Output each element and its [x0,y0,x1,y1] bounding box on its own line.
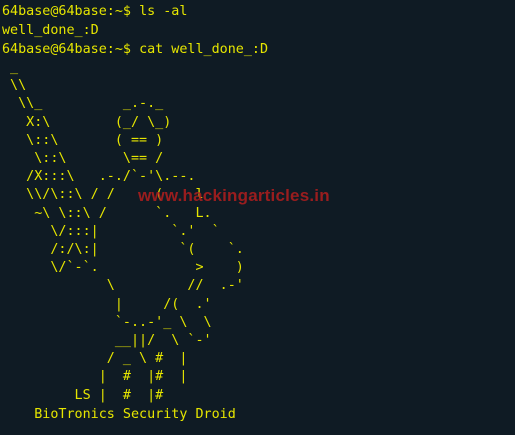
shell-prompt: 64base@64base:~$ [2,4,140,19]
terminal-line-3: 64base@64base:~$ cat well_done_:D [2,40,513,59]
terminal-line-2: well_done_:D [2,21,513,40]
terminal-window[interactable]: 64base@64base:~$ ls -al well_done_:D 64b… [0,0,515,435]
watermark-text: www.hackingarticles.in [138,186,330,205]
terminal-line-1: 64base@64base:~$ ls -al [2,2,513,21]
ascii-art-caption: BioTronics Security Droid [2,406,236,422]
shell-prompt: 64base@64base:~$ [2,42,140,57]
ascii-art-droid: _ \\ \\_ _.-._ X:\ (_/ \_) \::\ ( == ) \… [10,60,244,403]
command-text: cat well_done_:D [139,42,269,57]
command-output: well_done_:D [2,23,99,38]
command-text: ls -al [139,4,188,19]
